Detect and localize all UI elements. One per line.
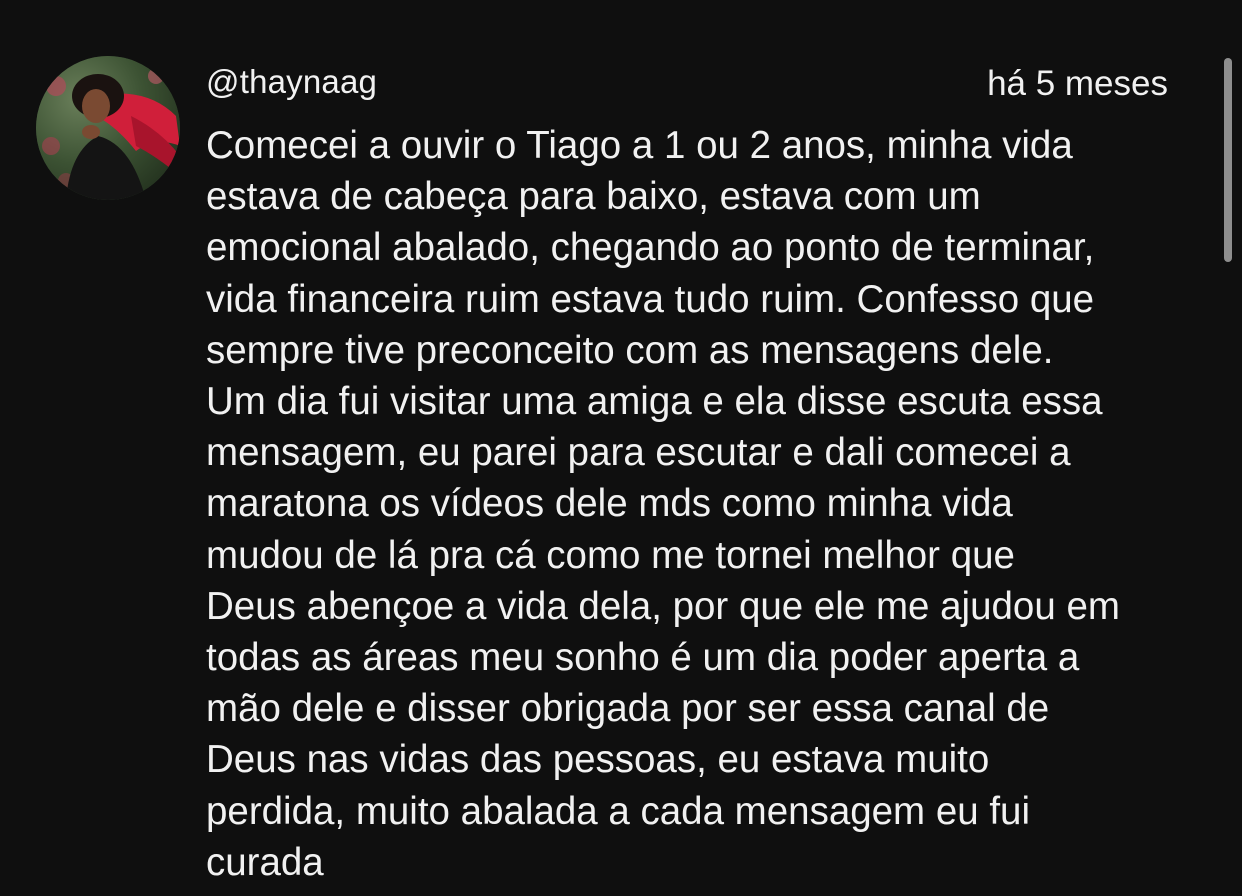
comment-text-line: vida financeira ruim estava tudo ruim. C… <box>206 277 1095 321</box>
comment-text-line: estava de cabeça para baixo, estava com … <box>206 175 981 219</box>
comment-text-line: todas as áreas meu sonho é um dia poder … <box>206 636 1080 680</box>
comment-text: Comecei a ouvir o Tiago a 1 ou 2 anos, m… <box>206 120 1196 888</box>
comment-text-line: Deus abençoe a vida dela, por que ele me… <box>206 584 1120 628</box>
comment-author[interactable]: @thaynaag <box>206 62 377 102</box>
comment-text-line: sempre tive preconceito com as mensagens… <box>206 328 1054 372</box>
comment-text-line: emocional abalado, chegando ao ponto de … <box>206 226 1095 270</box>
comment-timestamp[interactable]: há 5 meses <box>987 64 1168 104</box>
comment-text-line: Comecei a ouvir o Tiago a 1 ou 2 anos, m… <box>206 124 1073 167</box>
comment-text-line: perdida, muito abalada a cada mensagem e… <box>206 789 1031 833</box>
comment-text-line: Deus nas vidas das pessoas, eu estava mu… <box>206 738 990 782</box>
comment-text-line: mão dele e disser obrigada por ser essa … <box>206 687 1050 731</box>
avatar-photo-icon <box>36 56 180 200</box>
comment-text-line: curada <box>206 840 324 884</box>
comment-text-line: Um dia fui visitar uma amiga e ela disse… <box>206 380 1103 424</box>
comment-text-line: mudou de lá pra cá como me tornei melhor… <box>206 533 1015 577</box>
comment-text-line: mensagem, eu parei para escutar e dali c… <box>206 431 1071 475</box>
comment-thread-item: @thaynaag há 5 meses Comecei a ouvir o T… <box>0 0 1242 896</box>
scrollbar-thumb[interactable] <box>1224 58 1232 262</box>
comment-text-line: maratona os vídeos dele mds como minha v… <box>206 482 1013 526</box>
avatar[interactable] <box>36 56 180 200</box>
